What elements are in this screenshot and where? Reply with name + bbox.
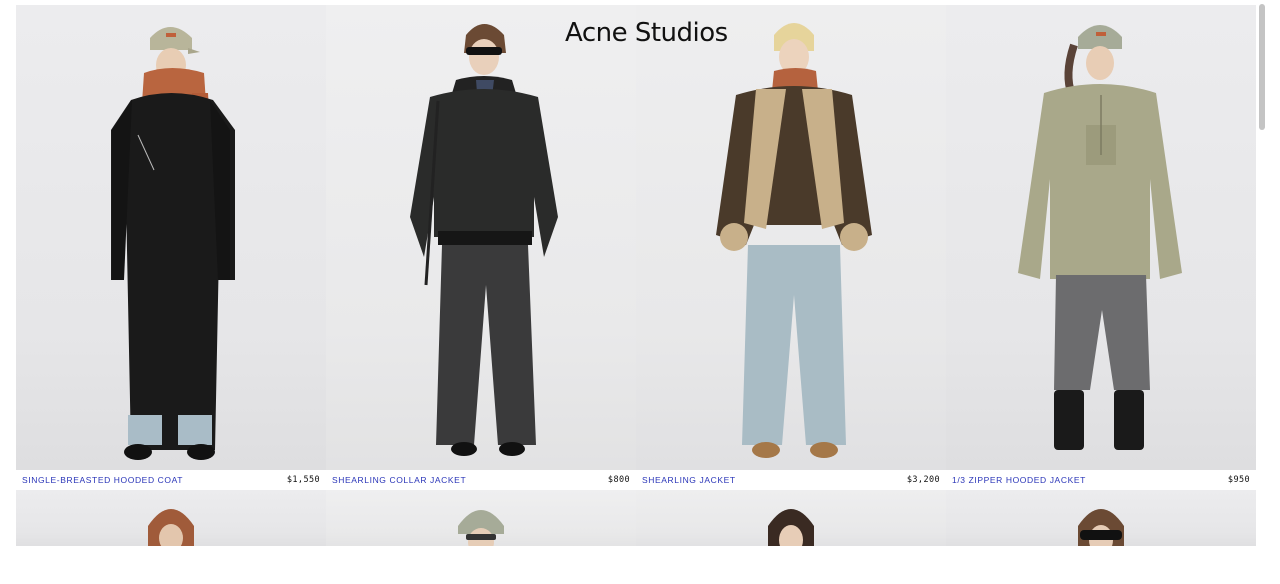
product-card[interactable] xyxy=(16,490,326,546)
product-image[interactable] xyxy=(636,490,946,546)
product-card[interactable] xyxy=(636,490,946,546)
product-name-link[interactable]: 1/3 ZIPPER HOODED JACKET xyxy=(952,475,1086,485)
product-card[interactable]: SINGLE-BREASTED HOODED COAT $1,550 xyxy=(16,5,326,490)
product-price: $1,550 xyxy=(286,475,320,485)
product-image[interactable] xyxy=(326,5,636,470)
product-name-link[interactable]: SHEARLING COLLAR JACKET xyxy=(332,475,466,485)
product-row xyxy=(16,490,1256,546)
scrollbar-thumb[interactable] xyxy=(1259,4,1265,130)
product-card[interactable] xyxy=(946,490,1256,546)
product-listing-viewport: SINGLE-BREASTED HOODED COAT $1,550 SHEAR… xyxy=(0,0,1280,546)
model-photo-hooded-jacket xyxy=(1018,25,1182,450)
model-photo-black-bomber xyxy=(410,24,558,456)
product-price: $950 xyxy=(1227,475,1250,485)
brand-logo[interactable]: Acne Studios xyxy=(565,18,728,48)
product-price: $3,200 xyxy=(906,475,940,485)
model-photo-shearling-jacket xyxy=(716,23,872,458)
product-price: $800 xyxy=(607,475,630,485)
page-scrollbar[interactable] xyxy=(1256,0,1280,546)
product-grid: SINGLE-BREASTED HOODED COAT $1,550 SHEAR… xyxy=(16,5,1256,546)
product-card[interactable] xyxy=(326,490,636,546)
product-image[interactable] xyxy=(326,490,636,546)
model-photo-partial xyxy=(148,509,194,546)
product-card[interactable]: SHEARLING JACKET $3,200 xyxy=(636,5,946,490)
model-photo-partial xyxy=(458,510,504,546)
product-card[interactable]: SHEARLING COLLAR JACKET $800 xyxy=(326,5,636,490)
product-image[interactable] xyxy=(636,5,946,470)
product-caption: SHEARLING COLLAR JACKET $800 xyxy=(326,470,636,490)
product-image[interactable] xyxy=(946,5,1256,470)
model-photo-partial xyxy=(1078,509,1124,546)
product-image[interactable] xyxy=(16,5,326,470)
product-image[interactable] xyxy=(946,490,1256,546)
model-photo-long-black-coat xyxy=(111,27,235,460)
product-name-link[interactable]: SHEARLING JACKET xyxy=(642,475,736,485)
product-row: SINGLE-BREASTED HOODED COAT $1,550 SHEAR… xyxy=(16,5,1256,490)
product-caption: 1/3 ZIPPER HOODED JACKET $950 xyxy=(946,470,1256,490)
product-caption: SINGLE-BREASTED HOODED COAT $1,550 xyxy=(16,470,326,490)
product-caption: SHEARLING JACKET $3,200 xyxy=(636,470,946,490)
model-photo-partial xyxy=(768,509,814,546)
product-card[interactable]: 1/3 ZIPPER HOODED JACKET $950 xyxy=(946,5,1256,490)
product-image[interactable] xyxy=(16,490,326,546)
product-name-link[interactable]: SINGLE-BREASTED HOODED COAT xyxy=(22,475,183,485)
